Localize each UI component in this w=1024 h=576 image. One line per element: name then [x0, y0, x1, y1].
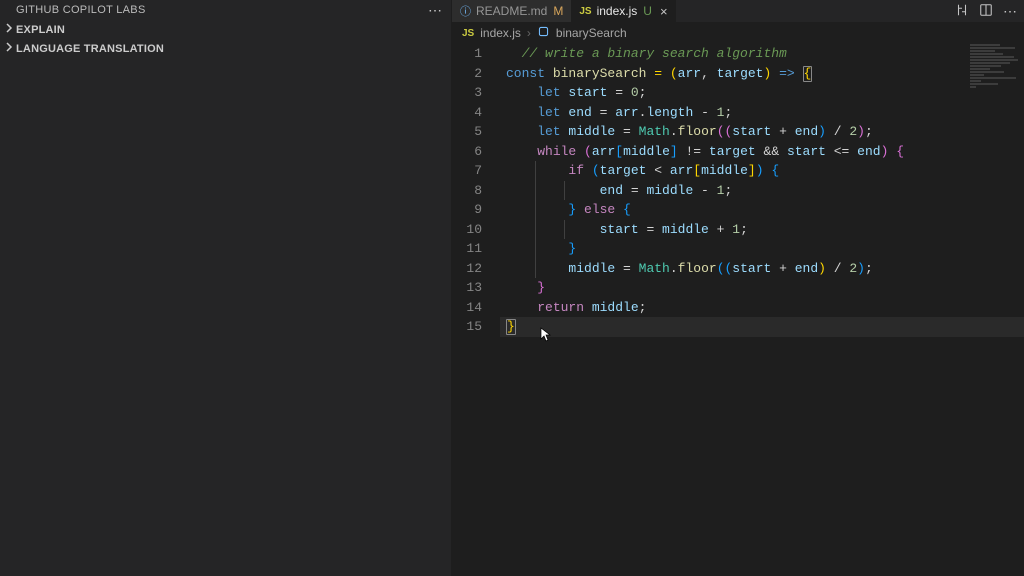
sidebar-section-explain[interactable]: EXPLAIN: [0, 20, 451, 39]
more-icon[interactable]: ⋯: [428, 2, 443, 19]
editor-area: ⓘ README.md M JS index.js U × ⋯ JS index…: [452, 0, 1024, 576]
tab-label: index.js: [597, 4, 638, 18]
tab-bar: ⓘ README.md M JS index.js U × ⋯: [452, 0, 1024, 22]
sidebar-section-label: LANGUAGE TRANSLATION: [16, 43, 164, 55]
sidebar-title: GITHUB COPILOT LABS: [16, 4, 146, 16]
tab-untracked-badge: U: [643, 4, 652, 18]
sidebar-section-translation[interactable]: LANGUAGE TRANSLATION: [0, 39, 451, 58]
tab-label: README.md: [476, 4, 547, 18]
close-icon[interactable]: ×: [660, 5, 668, 18]
breadcrumb-symbol[interactable]: binarySearch: [556, 26, 627, 40]
line-numbers-gutter: 123456789101112131415: [452, 44, 500, 576]
sidebar-header: GITHUB COPILOT LABS ⋯: [0, 0, 451, 20]
code-content[interactable]: // write a binary search algorithmconst …: [500, 44, 1024, 576]
symbol-icon: [537, 25, 550, 41]
info-icon: ⓘ: [460, 3, 471, 19]
tab-actions: ⋯: [955, 3, 1018, 20]
tab-readme[interactable]: ⓘ README.md M: [452, 0, 571, 22]
tab-indexjs[interactable]: JS index.js U ×: [571, 0, 675, 22]
sidebar-panel: GITHUB COPILOT LABS ⋯ EXPLAIN LANGUAGE T…: [0, 0, 452, 576]
breadcrumb-file[interactable]: index.js: [480, 26, 521, 40]
split-editor-icon[interactable]: [979, 3, 993, 20]
code-editor[interactable]: 123456789101112131415 // write a binary …: [452, 44, 1024, 576]
js-file-icon: JS: [579, 6, 591, 17]
sidebar-section-label: EXPLAIN: [16, 24, 65, 36]
minimap[interactable]: [970, 44, 1020, 84]
chevron-right-icon: [4, 23, 14, 36]
chevron-right-icon: [4, 42, 14, 55]
more-icon[interactable]: ⋯: [1003, 3, 1018, 20]
chevron-right-icon: ›: [527, 26, 531, 40]
breadcrumbs[interactable]: JS index.js › binarySearch: [452, 22, 1024, 44]
tab-modified-badge: M: [553, 4, 563, 18]
compare-icon[interactable]: [955, 3, 969, 20]
js-file-icon: JS: [462, 28, 474, 39]
